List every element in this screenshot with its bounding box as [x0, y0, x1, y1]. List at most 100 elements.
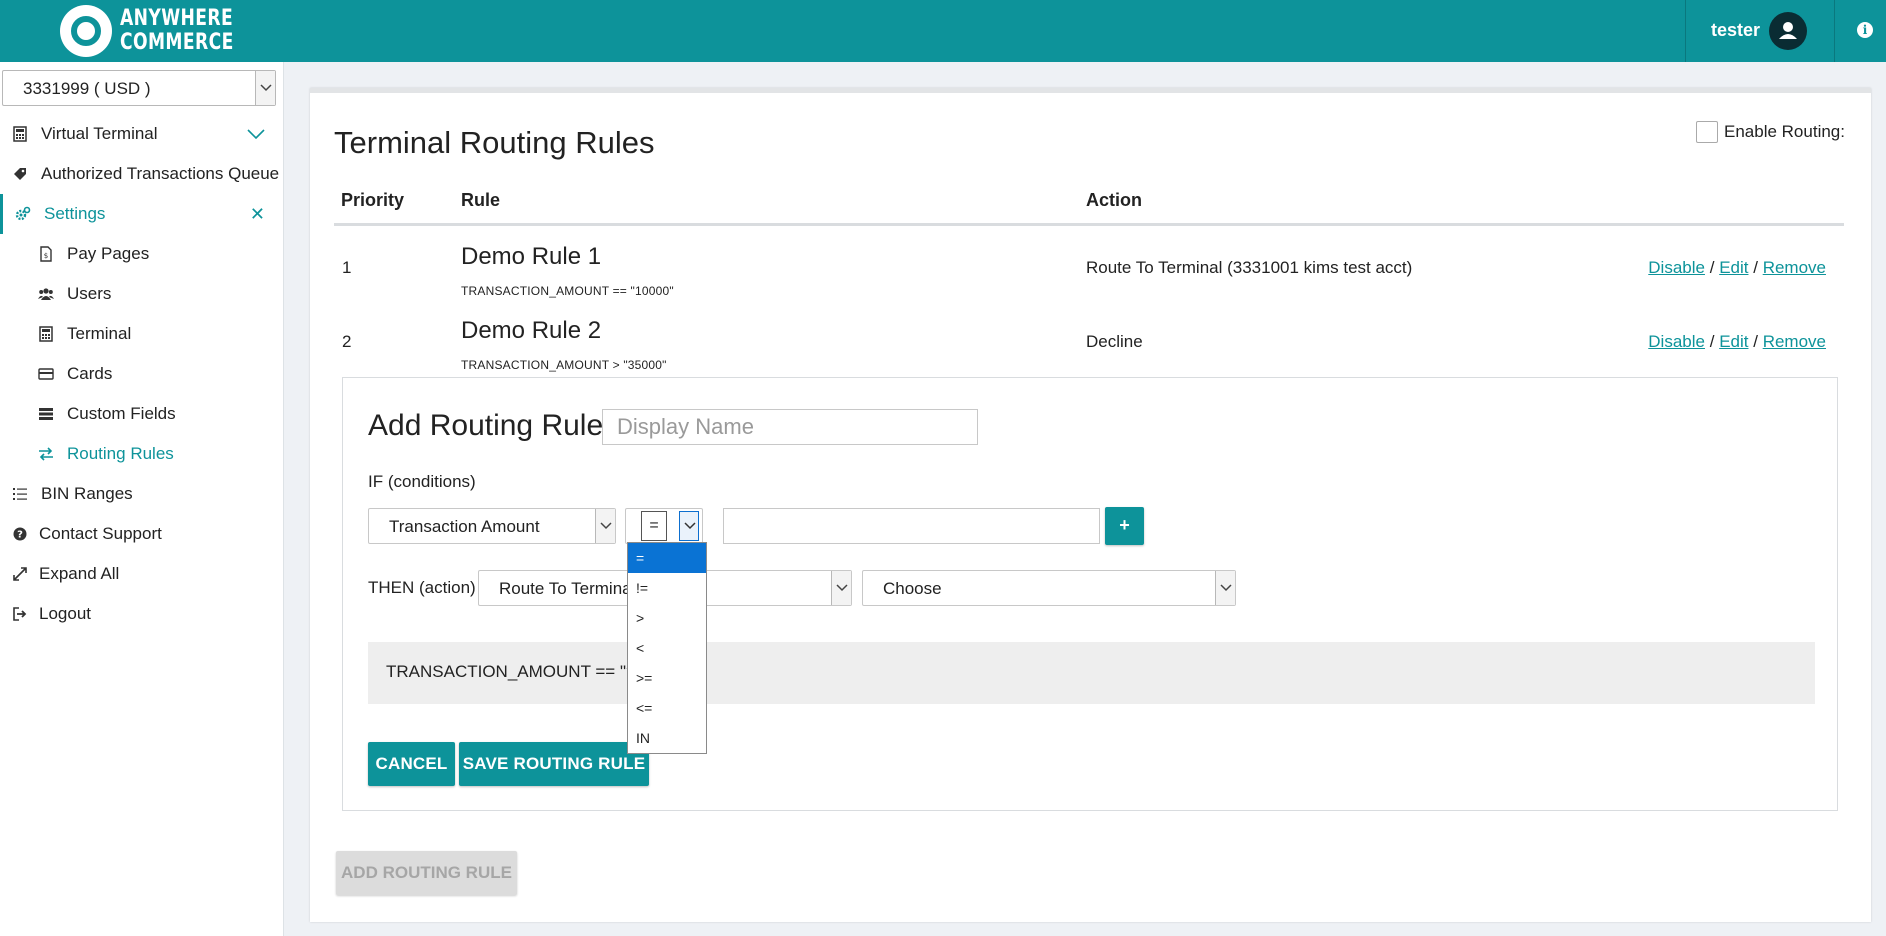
cancel-button[interactable]: CANCEL [368, 742, 455, 786]
sidebar-item-pay-pages[interactable]: $ Pay Pages [0, 234, 283, 274]
page-title: Terminal Routing Rules [334, 125, 655, 160]
operator-option[interactable]: = [628, 543, 706, 573]
chevron-down-icon[interactable] [595, 509, 615, 543]
account-select-value: 3331999 ( USD ) [23, 79, 151, 98]
operator-option[interactable]: IN [628, 723, 706, 753]
brand-name: ANYWHERE COMMERCE [120, 7, 234, 55]
close-icon[interactable]: ✕ [250, 204, 265, 225]
user-avatar[interactable] [1769, 12, 1807, 50]
save-routing-rule-button[interactable]: SAVE ROUTING RULE [459, 742, 649, 786]
remove-link[interactable]: Remove [1763, 332, 1826, 351]
rule-preview: TRANSACTION_AMOUNT == "?" [368, 642, 1815, 704]
brand-logo[interactable]: ANYWHERE COMMERCE [60, 5, 266, 57]
sidebar-item-cards[interactable]: Cards [0, 354, 283, 394]
target-terminal-select[interactable]: Choose [862, 570, 1236, 606]
operator-option[interactable]: <= [628, 693, 706, 723]
user-name[interactable]: tester [1711, 20, 1760, 41]
if-conditions-label: IF (conditions) [368, 472, 476, 491]
sidebar-item-label: Virtual Terminal [41, 124, 158, 143]
add-routing-rule-button[interactable]: ADD ROUTING RULE [336, 851, 517, 895]
header-divider [1685, 0, 1686, 62]
display-name-input[interactable] [602, 409, 978, 445]
disable-link[interactable]: Disable [1648, 332, 1705, 351]
sidebar: 3331999 ( USD ) Virtual Terminal Authori… [0, 62, 284, 936]
condition-value-input[interactable] [723, 508, 1100, 544]
remove-link[interactable]: Remove [1763, 258, 1826, 277]
add-condition-button[interactable]: + [1105, 507, 1144, 545]
sidebar-item-label: Cards [67, 364, 113, 383]
sidebar-item-label: Contact Support [39, 524, 162, 543]
question-icon: ? [13, 527, 27, 541]
edit-link[interactable]: Edit [1719, 258, 1748, 277]
brand-line-2: COMMERCE [120, 30, 234, 55]
account-select[interactable]: 3331999 ( USD ) [2, 70, 276, 106]
server-icon [39, 408, 53, 420]
operator-value: = [641, 511, 667, 541]
sidebar-item-users[interactable]: Users [0, 274, 283, 314]
exchange-icon [39, 447, 53, 461]
expand-icon [13, 567, 27, 581]
chevron-down-icon[interactable] [255, 71, 275, 105]
edit-link[interactable]: Edit [1719, 332, 1748, 351]
add-routing-rule-panel: Add Routing Rule IF (conditions) Transac… [342, 377, 1838, 811]
sidebar-item-custom-fields[interactable]: Custom Fields [0, 394, 283, 434]
rule-links: Disable / Edit / Remove [1648, 258, 1826, 278]
svg-text:$: $ [44, 252, 48, 260]
chevron-down-icon[interactable] [831, 571, 851, 605]
operator-select[interactable]: = [625, 508, 703, 544]
cogs-icon [15, 206, 31, 221]
rules-table-header: Priority Rule Action [334, 190, 1844, 226]
sidebar-item-logout[interactable]: Logout [0, 594, 283, 634]
sidebar-item-label: Pay Pages [67, 244, 150, 263]
enable-routing-checkbox[interactable] [1696, 121, 1718, 143]
chevron-down-icon[interactable] [247, 129, 265, 139]
link-separator: / [1753, 258, 1758, 277]
chevron-down-icon[interactable] [679, 511, 699, 541]
credit-card-icon [38, 368, 54, 380]
sidebar-item-label: Custom Fields [67, 404, 176, 423]
sidebar-item-bin-ranges[interactable]: BIN Ranges [0, 474, 283, 514]
rule-links: Disable / Edit / Remove [1648, 332, 1826, 352]
operator-option[interactable]: > [628, 603, 706, 633]
sidebar-item-label: Routing Rules [67, 444, 174, 463]
enable-routing-toggle[interactable]: Enable Routing: [1696, 121, 1845, 143]
calculator-icon [39, 326, 53, 342]
sidebar-item-label: Expand All [39, 564, 120, 583]
info-icon[interactable]: i [1857, 22, 1873, 38]
rule-expression: TRANSACTION_AMOUNT > "35000" [461, 358, 667, 372]
rule-action: Decline [1086, 332, 1143, 351]
sidebar-item-virtual-terminal[interactable]: Virtual Terminal [0, 114, 283, 154]
operator-option[interactable]: < [628, 633, 706, 663]
disable-link[interactable]: Disable [1648, 258, 1705, 277]
sign-out-icon [13, 607, 27, 621]
rule-name: Demo Rule 2 [461, 317, 602, 344]
sidebar-item-settings[interactable]: Settings ✕ [0, 194, 283, 234]
sidebar-item-authorized-transactions-queue[interactable]: Authorized Transactions Queue [0, 154, 283, 194]
file-icon: $ [40, 246, 52, 262]
sidebar-item-label: Settings [44, 204, 106, 223]
sidebar-item-label: Authorized Transactions Queue [41, 164, 280, 183]
condition-field-select[interactable]: Transaction Amount [368, 508, 616, 544]
link-separator: / [1709, 258, 1715, 277]
sidebar-item-expand-all[interactable]: Expand All [0, 554, 283, 594]
condition-field-value: Transaction Amount [389, 517, 540, 536]
column-header-priority: Priority [341, 190, 405, 210]
sidebar-item-contact-support[interactable]: ? Contact Support [0, 514, 283, 554]
sidebar-item-label: Terminal [67, 324, 132, 343]
operator-option[interactable]: >= [628, 663, 706, 693]
rule-expression: TRANSACTION_AMOUNT == "10000" [461, 284, 674, 298]
sidebar-item-routing-rules[interactable]: Routing Rules [0, 434, 283, 474]
chevron-down-icon[interactable] [1215, 571, 1235, 605]
logo-icon [60, 5, 112, 57]
tag-icon [14, 168, 26, 180]
target-terminal-value: Choose [883, 579, 942, 598]
then-action-label: THEN (action) [368, 578, 476, 597]
rule-action: Route To Terminal (3331001 kims test acc… [1086, 258, 1413, 277]
calculator-icon [13, 126, 27, 142]
operator-option[interactable]: != [628, 573, 706, 603]
header-divider [1834, 0, 1835, 62]
operator-dropdown-list: = != > < >= <= IN [627, 542, 707, 754]
rule-preview-text: TRANSACTION_AMOUNT == "?" [386, 662, 642, 681]
column-header-rule: Rule [461, 190, 501, 210]
sidebar-item-terminal[interactable]: Terminal [0, 314, 283, 354]
